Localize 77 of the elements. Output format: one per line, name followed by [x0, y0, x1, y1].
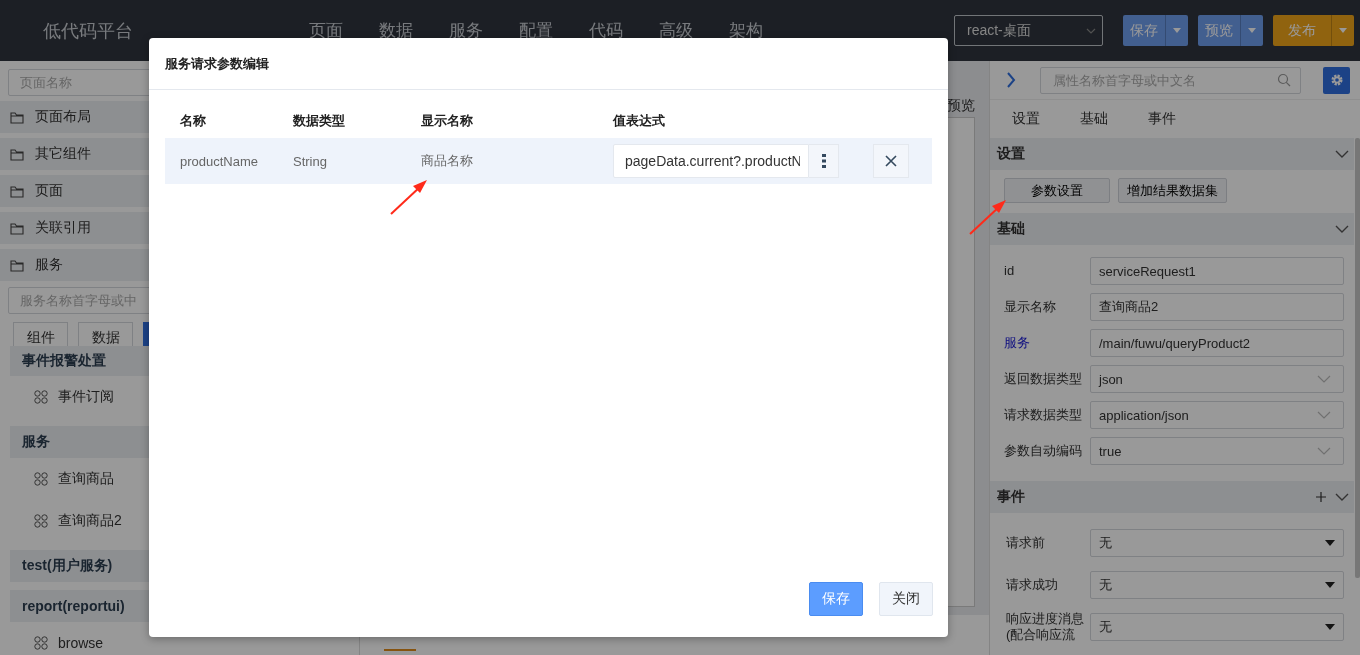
folder-icon [10, 221, 24, 235]
caret-down-icon [1325, 582, 1335, 588]
caret-down-icon [1248, 28, 1256, 33]
dialog-button[interactable]: 关闭 [879, 582, 933, 616]
column-header: 数据类型 [293, 112, 346, 130]
chevron-down-icon [1317, 447, 1331, 455]
config-button[interactable]: 增加结果数据集 [1118, 178, 1227, 203]
text-field[interactable]: /main/fuwu/queryProduct2 [1090, 329, 1344, 357]
list-item[interactable]: browse [8, 622, 351, 655]
chevron-down-icon [1086, 27, 1096, 34]
tab[interactable]: 事件 [1146, 100, 1212, 138]
field-label: 返回数据类型 [1004, 371, 1083, 387]
field-label: 响应进度消息(配合响应流 [1005, 611, 1085, 643]
chevron-down-icon [1317, 375, 1331, 383]
dropdown-field[interactable]: 无 [1090, 529, 1344, 557]
chevron-right-icon [1006, 72, 1016, 88]
grid-circles-icon [34, 636, 48, 650]
column-header: 值表达式 [613, 112, 666, 130]
field-label: 请求前 [1005, 535, 1046, 551]
platform-select[interactable]: react-桌面 [954, 15, 1103, 46]
chevron-down-icon [1317, 411, 1331, 419]
chevron-down-icon [1335, 225, 1349, 233]
text-field[interactable]: 查询商品2 [1090, 293, 1344, 321]
close-icon [885, 155, 897, 167]
dropdown-field[interactable]: 无 [1090, 613, 1344, 641]
more-icon [821, 154, 826, 168]
dropdown-toggle[interactable] [1166, 15, 1188, 46]
list-item[interactable]: 查询商品2 [8, 500, 351, 542]
field-label: 显示名称 [1004, 299, 1057, 315]
tab[interactable]: 设置 [1010, 100, 1076, 138]
field-link[interactable]: 服务 [1004, 335, 1090, 351]
field-label: 请求数据类型 [1004, 407, 1083, 423]
caret-down-icon [1325, 624, 1335, 630]
settings-icon [1329, 73, 1344, 87]
text-field[interactable]: serviceRequest1 [1090, 257, 1344, 285]
folder-icon [10, 147, 24, 161]
chevron-down-icon [1335, 150, 1349, 158]
dropdown-toggle[interactable] [1241, 15, 1263, 46]
app-logo: 低代码平台 [43, 19, 134, 43]
preview-label: 预览 [947, 97, 975, 115]
table-cell-text: String [293, 153, 328, 169]
caret-down-icon [1325, 540, 1335, 546]
select-field[interactable]: application/json [1090, 401, 1344, 429]
section-header[interactable]: 基础 [990, 213, 1354, 245]
column-header: 显示名称 [421, 112, 474, 130]
folder-icon [10, 110, 24, 124]
folder-icon [10, 184, 24, 198]
config-button[interactable]: 参数设置 [1004, 178, 1110, 203]
folder-icon [10, 258, 24, 272]
table-cell-text: productName [179, 153, 260, 169]
grid-circles-icon [34, 390, 48, 404]
grid-circles-icon [34, 472, 48, 486]
field-label: 参数自动编码 [1004, 443, 1083, 459]
list-item[interactable]: 查询商品 [8, 458, 351, 500]
more-button[interactable] [809, 144, 839, 178]
field-label: id [1004, 263, 1016, 279]
column-header: 名称 [179, 112, 207, 130]
section-header[interactable]: 事件 [990, 481, 1354, 513]
list-item[interactable]: 事件订阅 [8, 376, 351, 418]
chevron-down-icon [1335, 493, 1349, 501]
caret-down-icon [1173, 28, 1181, 33]
search-icon [1277, 72, 1291, 87]
settings-button[interactable] [1323, 66, 1350, 94]
section-header[interactable]: 设置 [990, 138, 1354, 170]
dropdown-toggle[interactable] [1332, 15, 1354, 46]
tab[interactable]: 基础 [1078, 100, 1144, 138]
select-field[interactable]: true [1090, 437, 1344, 465]
scrollbar[interactable] [1355, 138, 1360, 578]
field-label: 请求成功 [1005, 577, 1059, 593]
delete-button[interactable] [873, 144, 909, 178]
caret-down-icon [1339, 28, 1347, 33]
grid-circles-icon [34, 514, 48, 528]
dialog-title: 服务请求参数编辑 [149, 38, 948, 90]
table-cell-text: 商品名称 [421, 152, 474, 170]
select-field[interactable]: json [1090, 365, 1344, 393]
dropdown-field[interactable]: 无 [1090, 571, 1344, 599]
expression-field[interactable]: pageData.current?.productN [613, 144, 809, 178]
